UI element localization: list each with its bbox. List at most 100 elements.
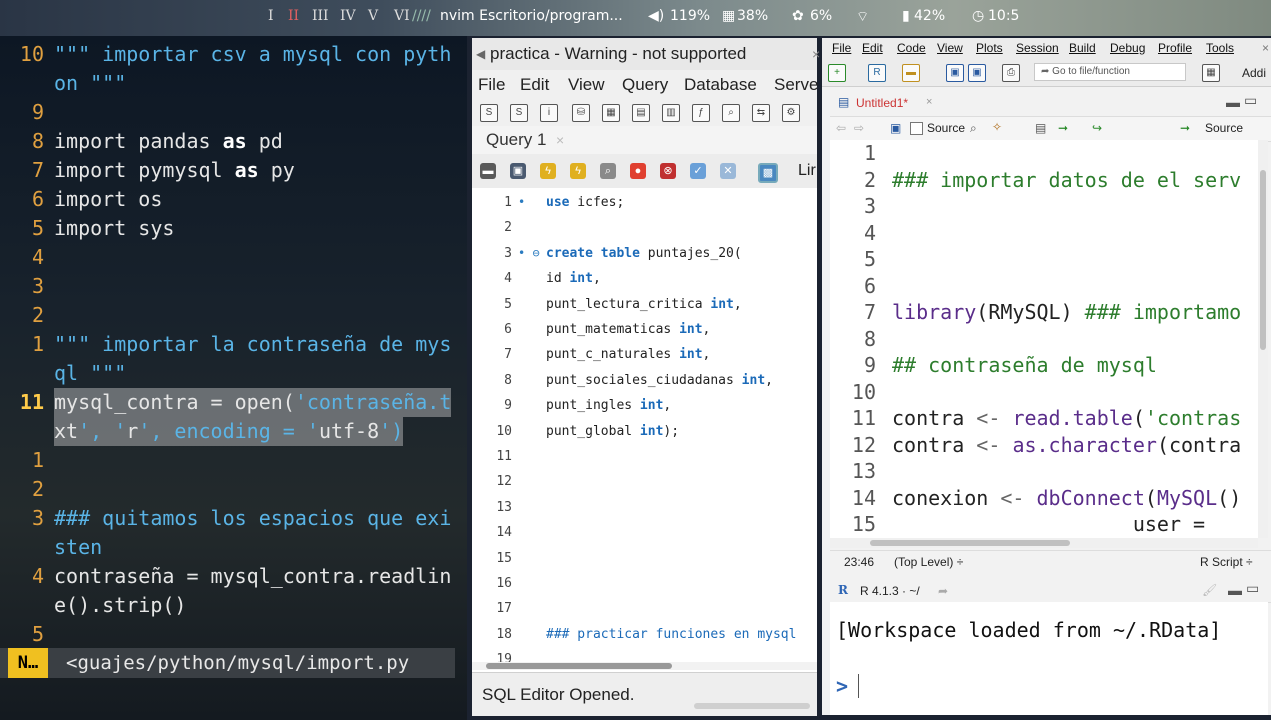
code-line[interactable]: 3 [0,272,467,301]
connection-tab[interactable]: practica - Warning - not supported [490,44,746,64]
maximize-icon[interactable]: ▭ [1246,580,1259,597]
r-code-line[interactable]: 13 [830,458,1258,485]
new-file-icon[interactable]: + [828,64,846,82]
code-line[interactable]: 4 [0,243,467,272]
minimize-icon[interactable]: ▬ [1226,94,1240,110]
volume-icon[interactable]: ◀︎) [648,8,664,24]
r-code-line[interactable]: 11 contra <- read.table('contras [830,405,1258,432]
code-line[interactable]: 10 """ importar csv a mysql con pyth [0,40,467,69]
search-icon[interactable]: ⌕ [970,121,977,136]
workspace-2[interactable]: II [288,8,299,24]
sql-line[interactable]: 4 id int, [472,266,817,291]
neovim-terminal[interactable]: 10 """ importar csv a mysql con pyth on ""… [0,36,467,720]
vertical-scrollbar[interactable] [1258,140,1268,538]
open-sql-file-icon[interactable]: S [510,104,528,122]
code-line[interactable]: 5 [0,620,467,649]
create-table-icon[interactable]: ▦ [602,104,620,122]
r-code-line[interactable]: 8 [830,326,1258,353]
menu-edit[interactable]: Edit [862,41,883,55]
save-icon[interactable]: ▣ [890,121,901,135]
back-icon[interactable]: ⇦ [836,121,846,135]
workspace-4[interactable]: IV [340,8,356,24]
code-line[interactable]: 1 """ importar la contraseña de mys [0,330,467,359]
stop-icon[interactable]: ● [630,163,646,179]
menu-tools[interactable]: Tools [1206,41,1234,55]
code-line[interactable]: 2 [0,475,467,504]
code-line[interactable]: xt', 'r', encoding = 'utf-8') [0,417,467,446]
workspace-3[interactable]: III [312,8,329,24]
code-line[interactable]: 5 import sys [0,214,467,243]
scope-dropdown[interactable]: (Top Level) ÷ [894,555,963,569]
sql-editor[interactable]: 1 • use icfes; 2 3 • ⊖ create table puntajes_2… [472,188,817,667]
toggle-continue-on-error-icon[interactable]: ⊗ [660,163,676,179]
sql-line[interactable]: 14 [472,520,817,545]
code-line[interactable]: 2 [0,301,467,330]
sql-line[interactable]: 15 [472,546,817,571]
workspace-6[interactable]: VI [394,8,410,24]
code-line[interactable]: 11 mysql_contra = open('contraseña.t [0,388,467,417]
clear-console-icon[interactable]: 🖌 [1202,583,1217,597]
close-icon[interactable]: × [812,46,820,62]
r-code-line[interactable]: 2 ### importar datos de el serv [830,167,1258,194]
source-button[interactable]: Source [1205,121,1243,135]
inspector-icon[interactable]: i [540,104,558,122]
code-line[interactable]: 3 ### quitamos los espacios que exi [0,504,467,533]
horizontal-scrollbar[interactable] [830,538,1258,548]
menu-database[interactable]: Database [684,75,757,95]
open-file-icon[interactable]: ▬ [902,64,920,82]
goto-file-input[interactable]: ➦ Go to file/function [1034,63,1186,81]
menu-session[interactable]: Session [1016,41,1059,55]
search-table-data-icon[interactable]: ⌕ [722,104,740,122]
code-line[interactable]: 8 import pandas as pd [0,127,467,156]
open-folder-icon[interactable]: ▬ [480,163,496,179]
create-schema-icon[interactable]: ⛁ [572,104,590,122]
forward-icon[interactable]: ⇨ [854,121,864,135]
save-icon[interactable]: ▣ [946,64,964,82]
r-code-line[interactable]: 3 [830,193,1258,220]
commit-icon[interactable]: ✓ [690,163,706,179]
run-icon[interactable]: ➞ [1058,121,1068,135]
sql-line[interactable]: 1 • use icfes; [472,190,817,215]
reconnect-icon[interactable]: ⇆ [752,104,770,122]
close-icon[interactable]: × [556,132,564,148]
workspace-1[interactable]: I [268,8,274,24]
sql-line[interactable]: 10 punt_global int); [472,419,817,444]
menu-edit[interactable]: Edit [520,75,549,95]
sql-line[interactable]: 3 • ⊖ create table puntajes_20( [472,241,817,266]
close-icon[interactable]: × [926,96,932,108]
create-function-icon[interactable]: ƒ [692,104,710,122]
menu-view[interactable]: View [937,41,963,55]
r-code-line[interactable]: 14 conexion <- dbConnect(MySQL() [830,485,1258,512]
code-line[interactable]: 4 contraseña = mysql_contra.readlin [0,562,467,591]
r-code-line[interactable]: 4 [830,220,1258,247]
horizontal-scrollbar[interactable] [472,662,817,670]
r-code-line[interactable]: 5 [830,246,1258,273]
scrollbar-thumb[interactable] [1260,170,1266,350]
maximize-icon[interactable]: ▭ [1244,92,1257,109]
menu-server[interactable]: Serve [774,75,818,95]
close-icon[interactable]: × [1262,41,1269,55]
scrollbar-thumb[interactable] [486,663,672,669]
sql-line[interactable]: 16 [472,571,817,596]
menu-code[interactable]: Code [897,41,926,55]
sql-line[interactable]: 2 [472,215,817,240]
wifi-icon[interactable]: ⌔ [856,8,869,26]
tab-scroll-left-icon[interactable]: ◀ [476,47,485,61]
save-icon[interactable]: ▣ [510,163,526,179]
limit-rows-label[interactable]: Lir [798,162,816,180]
rerun-icon[interactable]: ↪ [1092,121,1102,135]
code-line[interactable]: on """ [0,69,467,98]
wand-icon[interactable]: ✧ [992,120,1002,134]
new-project-icon[interactable]: R [868,64,886,82]
r-code-line[interactable]: 15 user = [830,511,1258,538]
r-code-line[interactable]: 7 library(RMySQL) ### importamo [830,299,1258,326]
save-all-icon[interactable]: ▣ [968,64,986,82]
sql-line[interactable]: 8 punt_sociales_ciudadanas int, [472,368,817,393]
new-sql-tab-icon[interactable]: S [480,104,498,122]
sql-line[interactable]: 18 ### practicar funciones en mysql [472,622,817,647]
menu-view[interactable]: View [568,75,605,95]
menu-profile[interactable]: Profile [1158,41,1192,55]
menu-build[interactable]: Build [1069,41,1096,55]
rollback-icon[interactable]: ✕ [720,163,736,179]
code-line[interactable]: 6 import os [0,185,467,214]
